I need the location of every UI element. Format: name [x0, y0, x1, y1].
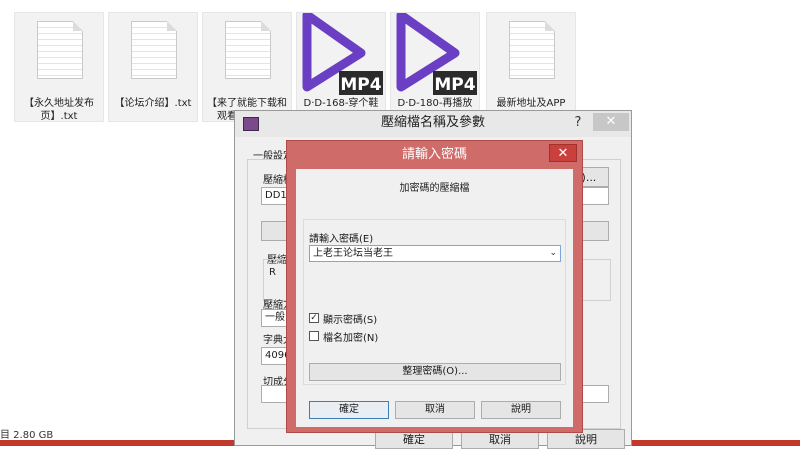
ok-button[interactable]: 確定	[309, 401, 389, 419]
dialog-titlebar: 壓縮檔名稱及參數 ? ✕	[235, 111, 631, 137]
file-item[interactable]: 【论坛介绍】.txt	[108, 12, 198, 122]
text-file-icon	[131, 21, 177, 79]
chevron-down-icon[interactable]: ⌄	[549, 246, 557, 261]
file-name: D·D-180-再播放	[397, 98, 473, 109]
password-value: 上老王论坛当老王	[313, 248, 393, 259]
mp4-file-icon: MP4	[302, 13, 383, 95]
dialog-title: 壓縮檔名稱及參數	[380, 115, 485, 130]
file-item[interactable]: MP4 D·D-168-穿个鞋	[296, 12, 386, 122]
dialog-title: 請輸入密碼	[401, 147, 467, 162]
file-item[interactable]: 最新地址及APP	[486, 12, 576, 122]
organize-passwords-button[interactable]: 整理密碼(O)...	[309, 363, 561, 381]
password-label: 請輸入密碼(E)	[309, 234, 374, 245]
dialog-subtitle: 加密碼的壓縮檔	[399, 183, 470, 194]
winrar-icon	[243, 117, 259, 131]
file-item[interactable]: 【来了就能下载和观看更多免费	[202, 12, 292, 122]
password-dialog: 請輸入密碼 ✕ 加密碼的壓縮檔 請輸入密碼(E) 上老王论坛当老王 ⌄ ✓ 顯示…	[286, 140, 583, 433]
file-name: 【论坛介绍】.txt	[114, 98, 192, 109]
password-input[interactable]: 上老王论坛当老王 ⌄	[309, 245, 561, 262]
status-bar: 目 2.80 GB	[0, 430, 54, 441]
cancel-button[interactable]: 取消	[395, 401, 475, 419]
close-button[interactable]: ✕	[593, 113, 629, 131]
text-file-icon	[509, 21, 555, 79]
encrypt-names-checkbox[interactable]	[309, 331, 319, 341]
show-password-label[interactable]: 顯示密碼(S)	[323, 311, 377, 326]
text-file-icon	[37, 21, 83, 79]
text-file-icon	[225, 21, 271, 79]
file-name: 最新地址及APP	[496, 98, 566, 109]
help-button[interactable]: 說明	[481, 401, 561, 419]
mp4-badge: MP4	[340, 75, 381, 95]
file-name: 【永久地址发布页】.txt	[24, 98, 94, 122]
file-item[interactable]: MP4 D·D-180-再播放	[390, 12, 480, 122]
encrypt-names-label[interactable]: 檔名加密(N)	[323, 329, 378, 344]
mp4-file-icon: MP4	[396, 13, 477, 95]
mp4-badge: MP4	[434, 75, 475, 95]
help-button[interactable]: ?	[567, 113, 589, 133]
file-item[interactable]: 【永久地址发布页】.txt	[14, 12, 104, 122]
close-button[interactable]: ✕	[549, 144, 577, 162]
file-name: D·D-168-穿个鞋	[303, 98, 379, 109]
show-password-checkbox[interactable]: ✓	[309, 313, 319, 323]
password-dialog-body: 加密碼的壓縮檔 請輸入密碼(E) 上老王论坛当老王 ⌄ ✓ 顯示密碼(S) 檔名…	[296, 169, 573, 427]
